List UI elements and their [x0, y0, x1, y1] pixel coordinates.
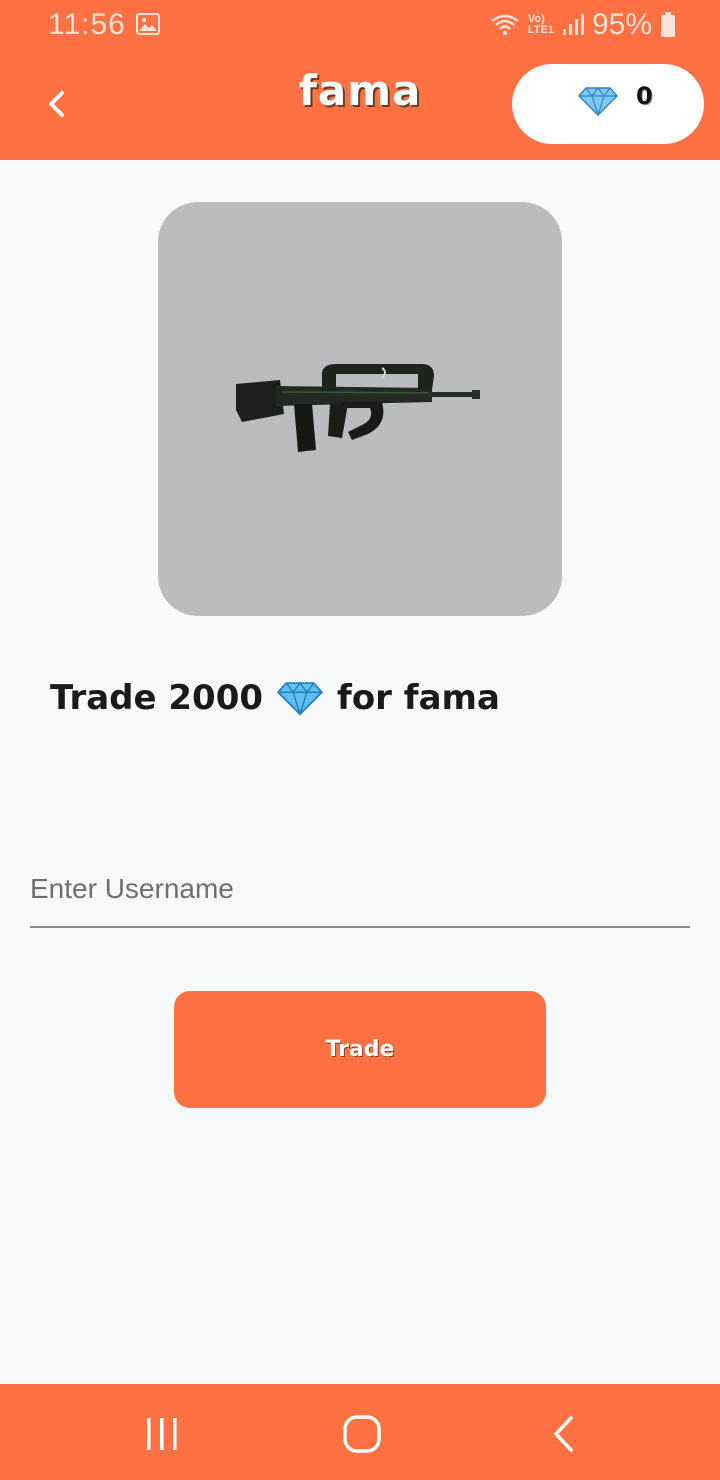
signal-icon [562, 14, 584, 35]
lte-label: LTE1 [527, 24, 554, 36]
username-input[interactable] [30, 852, 690, 928]
back-icon [554, 1416, 573, 1452]
nav-recents-button[interactable] [142, 1414, 182, 1454]
rifle-image [236, 364, 480, 452]
gem-count: 0 [636, 82, 653, 110]
diamond-icon [578, 87, 618, 116]
recents-icon [147, 1418, 177, 1450]
system-nav-bar [0, 1384, 720, 1480]
home-icon [343, 1415, 381, 1453]
battery-icon [661, 12, 675, 37]
gem-balance[interactable]: 0 [512, 64, 704, 144]
trade-suffix: for fama [337, 678, 500, 718]
gallery-notification-icon [136, 13, 160, 35]
nav-home-button[interactable] [342, 1414, 382, 1454]
wifi-icon [491, 14, 519, 36]
trade-description: Trade 2000 for fama [50, 678, 500, 718]
status-bar: 11:56 Vo) LTE1 95% [0, 0, 720, 52]
status-time: 11:56 [48, 8, 126, 41]
trade-button[interactable]: Trade [174, 991, 546, 1108]
item-image-card [158, 202, 562, 616]
trade-prefix: Trade 2000 [50, 678, 264, 718]
app-bar: 11:56 Vo) LTE1 95% fama 0 [0, 0, 720, 160]
battery-percent: 95% [591, 8, 652, 41]
diamond-icon [277, 681, 324, 717]
network-label: Vo) LTE1 [528, 14, 554, 36]
status-indicators: Vo) LTE1 95% [490, 8, 676, 42]
nav-back-button[interactable] [544, 1414, 584, 1454]
